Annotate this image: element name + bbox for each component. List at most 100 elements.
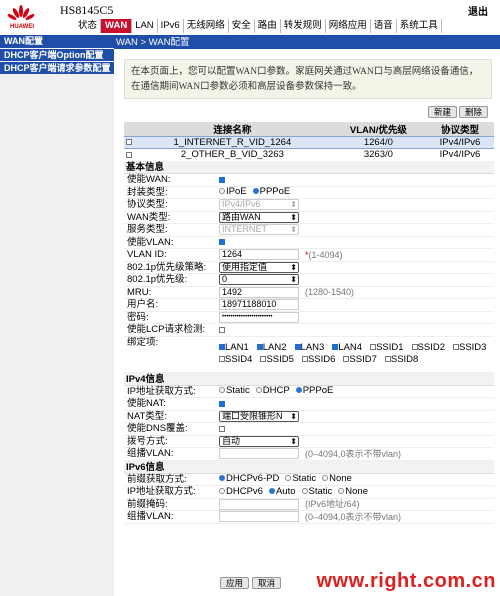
row-checkbox[interactable] bbox=[126, 151, 132, 158]
label-dns: 使能DNS覆盖: bbox=[127, 423, 188, 434]
new-button[interactable]: 新建 bbox=[428, 106, 458, 118]
nav-system[interactable]: 系统工具 bbox=[397, 19, 442, 33]
ipv6-none-radio[interactable] bbox=[338, 487, 345, 494]
prefix-none-radio[interactable] bbox=[322, 475, 329, 482]
cell-name: 1_INTERNET_R_VID_1264 bbox=[134, 136, 331, 149]
prefix-mask-input[interactable] bbox=[219, 498, 299, 510]
apply-button[interactable]: 应用 bbox=[220, 577, 250, 589]
encap-ipoe-radio[interactable] bbox=[219, 188, 225, 195]
table-row[interactable]: 1_INTERNET_R_VID_1264 1264/0 IPv4/IPv6 bbox=[124, 136, 494, 149]
ipv6-mvlan-input[interactable] bbox=[219, 511, 299, 523]
ipv4-pppoe-label: PPPoE bbox=[302, 385, 334, 396]
cancel-button[interactable]: 取消 bbox=[252, 577, 282, 589]
row-checkbox[interactable] bbox=[126, 139, 132, 146]
prefix-static-label: Static bbox=[292, 473, 317, 484]
ipv6-dhcpv6-radio[interactable] bbox=[219, 487, 225, 494]
mru-hint: (1280-1540) bbox=[305, 287, 355, 297]
ipv6-none-label: None bbox=[345, 485, 368, 497]
label-username: 用户名: bbox=[127, 299, 159, 310]
section-ipv4: IPv4信息 bbox=[124, 372, 494, 386]
dns-checkbox[interactable] bbox=[219, 425, 225, 432]
page-description: 在本页面上，您可以配置WAN口参数。家庭网关通过WAN口与高层网络设备通信，在通… bbox=[124, 59, 492, 99]
nav-ipv6[interactable]: IPv6 bbox=[158, 19, 184, 33]
8021p-priority-select[interactable]: 0 bbox=[219, 274, 299, 286]
ipv6-static-radio[interactable] bbox=[301, 487, 308, 494]
ssid4-label: SSID4 bbox=[225, 354, 253, 365]
vlan-id-hint: (1-4094) bbox=[308, 249, 343, 260]
prefix-static-radio[interactable] bbox=[285, 475, 292, 482]
prefix-dhcpv6pd-radio[interactable] bbox=[219, 475, 225, 482]
username-input[interactable]: 18971188010 bbox=[219, 299, 299, 311]
nav-voice[interactable]: 语音 bbox=[371, 19, 397, 33]
connection-table: 连接名称 VLAN/优先级 协议类型 1_INTERNET_R_VID_1264… bbox=[124, 122, 494, 161]
ssid6-label: SSID6 bbox=[307, 354, 336, 365]
lcp-checkbox[interactable] bbox=[219, 326, 225, 333]
table-row[interactable]: 2_OTHER_B_VID_3263 3263/0 IPv4/IPv6 bbox=[124, 149, 494, 161]
nav-netapp[interactable]: 网络应用 bbox=[326, 19, 371, 33]
label-ipv6-mvlan: 组播VLAN: bbox=[127, 511, 174, 522]
sidebar: WAN配置 DHCP客户端Option配置 DHCP客户端请求参数配置 bbox=[0, 35, 114, 596]
section-ipv6: IPv6信息 bbox=[124, 460, 494, 474]
ipv4-dhcp-label: DHCP bbox=[262, 385, 290, 396]
label-enable-wan: 使能WAN: bbox=[127, 174, 171, 185]
nat-checkbox[interactable] bbox=[219, 400, 225, 407]
encap-ipoe-label: IPoE bbox=[226, 186, 247, 197]
breadcrumb: WAN > WAN配置 bbox=[116, 37, 190, 48]
table-actions: 新建 删除 bbox=[428, 106, 489, 118]
8021p-policy-select[interactable]: 使用指定值 bbox=[219, 261, 299, 273]
nav-security[interactable]: 安全 bbox=[229, 19, 255, 33]
lan3-label: LAN3 bbox=[300, 342, 325, 353]
logout-link[interactable]: 退出 bbox=[468, 3, 488, 18]
prefix-dhcpv6pd-label: DHCPv6-PD bbox=[226, 473, 280, 484]
sidebar-item-dhcp-option[interactable]: DHCP客户端Option配置 bbox=[0, 48, 114, 61]
lan2-label: LAN2 bbox=[262, 342, 287, 353]
cell-protocol: IPv4/IPv6 bbox=[439, 149, 481, 161]
label-service: 服务类型: bbox=[127, 224, 168, 235]
encap-pppoe-radio[interactable] bbox=[252, 188, 259, 195]
password-input[interactable]: •••••••••••••••••••••••• bbox=[219, 311, 299, 323]
label-ipv6-mode: IP地址获取方式: bbox=[127, 486, 196, 497]
lan1-label: LAN1 bbox=[225, 342, 249, 353]
nat-type-select[interactable]: 端口受限锥形N bbox=[219, 410, 299, 422]
nav-status[interactable]: 状态 bbox=[75, 19, 102, 33]
nav-wireless[interactable]: 无线网络 bbox=[184, 19, 229, 33]
dial-select[interactable]: 自动 bbox=[219, 435, 299, 447]
main-nav: 状态 WAN LAN IPv6 无线网络 安全 路由 转发规则 网络应用 语音 … bbox=[75, 19, 442, 33]
cell-vlan: 3263/0 bbox=[363, 149, 393, 161]
ipv4-mvlan-input[interactable] bbox=[219, 448, 299, 460]
delete-button[interactable]: 删除 bbox=[459, 106, 489, 118]
wan-type-select[interactable]: 路由WAN bbox=[219, 211, 299, 223]
ipv4-static-label: Static bbox=[226, 385, 250, 396]
ssid2-label: SSID2 bbox=[417, 342, 445, 353]
ssid5-label: SSID5 bbox=[266, 354, 294, 365]
nav-forward[interactable]: 转发规则 bbox=[281, 19, 326, 33]
enable-wan-checkbox[interactable] bbox=[219, 176, 225, 183]
nav-route[interactable]: 路由 bbox=[255, 19, 281, 33]
label-ipv4-mode: IP地址获取方式: bbox=[127, 385, 196, 397]
col-header-vlan: VLAN/优先级 bbox=[330, 122, 427, 137]
label-vlan-id: VLAN ID: bbox=[127, 249, 167, 260]
label-encap: 封装类型: bbox=[127, 186, 168, 198]
enable-vlan-checkbox[interactable] bbox=[219, 239, 225, 246]
ipv4-static-radio[interactable] bbox=[219, 387, 225, 394]
sidebar-item-wan-config[interactable]: WAN配置 bbox=[0, 35, 114, 48]
service-select[interactable]: INTERNET bbox=[219, 224, 299, 236]
protocol-select[interactable]: IPv4/IPv6 bbox=[219, 199, 299, 211]
vlan-id-input[interactable]: 1264 bbox=[219, 249, 299, 261]
label-prefix-mode: 前缀获取方式: bbox=[127, 473, 187, 485]
nav-lan[interactable]: LAN bbox=[132, 19, 158, 33]
ssid8-label: SSID8 bbox=[390, 354, 419, 365]
ssid1-label: SSID1 bbox=[376, 342, 404, 353]
label-mru: MRU: bbox=[127, 286, 152, 298]
nav-wan[interactable]: WAN bbox=[101, 19, 133, 33]
label-wan-type: WAN类型: bbox=[127, 211, 171, 223]
ipv4-pppoe-radio[interactable] bbox=[295, 387, 302, 394]
ipv4-dhcp-radio[interactable] bbox=[255, 387, 262, 394]
device-model: HS8145C5 bbox=[60, 3, 114, 17]
ipv6-auto-radio[interactable] bbox=[268, 487, 275, 494]
mru-input[interactable]: 1492 bbox=[219, 286, 299, 298]
cell-name: 2_OTHER_B_VID_3263 bbox=[180, 149, 284, 161]
top-bar: HUAWEI HS8145C5 退出 状态 WAN LAN IPv6 无线网络 … bbox=[0, 0, 500, 36]
sidebar-item-dhcp-request[interactable]: DHCP客户端请求参数配置 bbox=[0, 61, 114, 74]
label-bind: 绑定项: bbox=[127, 336, 159, 348]
